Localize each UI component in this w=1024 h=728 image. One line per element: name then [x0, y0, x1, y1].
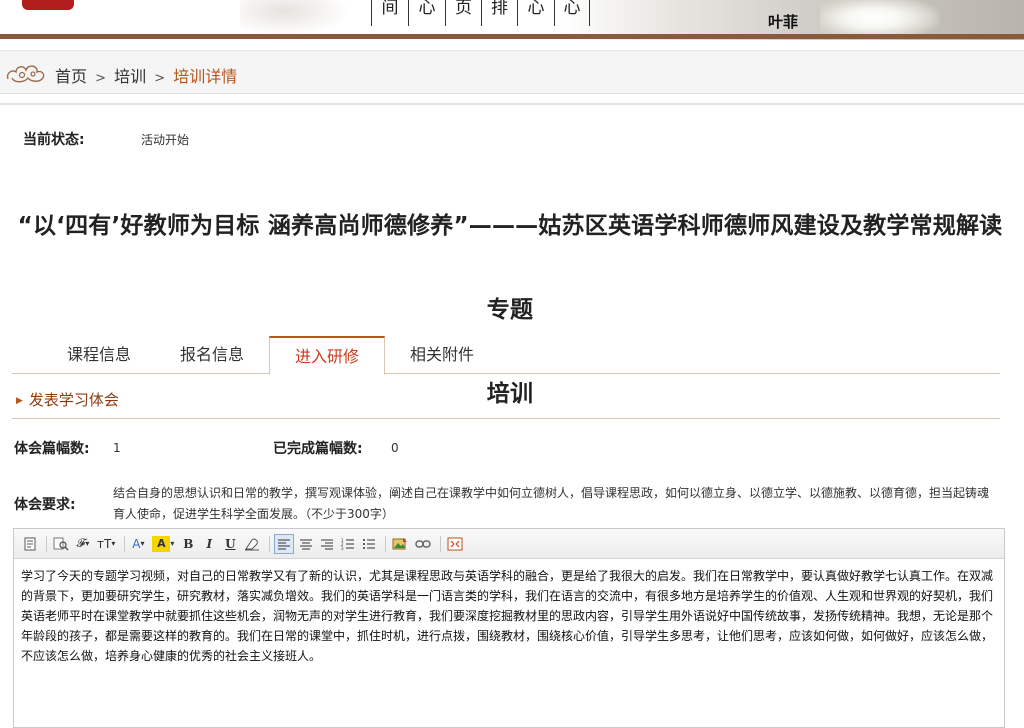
toolbar-separator	[385, 535, 387, 552]
highlight-icon: A	[152, 535, 171, 552]
align-center-icon[interactable]	[297, 534, 315, 554]
toolbar-separator	[269, 535, 271, 552]
status-value: 活动开始	[141, 133, 190, 147]
editor-toolbar: 𝓕 ▾ тT ▾ A ▾ A ▾ B I U 123	[14, 529, 1004, 559]
dropdown-arrow-icon: ▾	[111, 539, 116, 548]
top-nav: 间 心 页 排 心 心	[371, 0, 590, 34]
insert-image-icon[interactable]	[390, 534, 410, 554]
toolbar-separator	[46, 535, 47, 552]
page-title-line: “以‘四有’好教师为目标 涵养高尚师德修养”———姑苏区英语学科师德师风建设及教…	[17, 213, 1003, 323]
italic-button[interactable]: I	[200, 534, 218, 554]
breadcrumb-training[interactable]: 培训	[114, 67, 146, 86]
page-title: “以‘四有’好教师为目标 涵养高尚师德修养”———姑苏区英语学科师德师风建设及教…	[10, 184, 1010, 436]
toolbar-separator	[440, 535, 442, 552]
top-banner: 间 心 页 排 心 心 叶菲	[0, 0, 1024, 40]
tab-registration-info[interactable]: 报名信息	[167, 336, 257, 374]
font-family-button[interactable]: 𝓕 ▾	[74, 534, 92, 554]
total-count-value: 1	[113, 441, 121, 455]
fullscreen-icon[interactable]	[445, 534, 465, 554]
breadcrumb-separator: >	[154, 71, 166, 86]
rich-text-editor[interactable]: 𝓕 ▾ тT ▾ A ▾ A ▾ B I U 123 学习了今天的专题学习视频，…	[13, 528, 1005, 728]
dropdown-arrow-icon: ▾	[85, 539, 90, 548]
font-color-button[interactable]: A ▾	[129, 534, 147, 554]
banner-divider	[0, 34, 1024, 39]
dropdown-arrow-icon: ▾	[170, 539, 175, 548]
link-icon[interactable]	[413, 534, 433, 554]
top-nav-item[interactable]: 间	[371, 0, 408, 26]
breadcrumb-separator: >	[95, 71, 107, 86]
font-size-button[interactable]: тT ▾	[95, 534, 117, 554]
breadcrumb-bar: 首页 > 培训 > 培训详情	[0, 50, 1024, 94]
done-count-label: 已完成篇幅数:	[273, 441, 363, 457]
unordered-list-icon[interactable]	[360, 534, 378, 554]
breadcrumb-current: 培训详情	[173, 67, 238, 86]
requirement-label: 体会要求:	[14, 497, 76, 513]
tab-course-info[interactable]: 课程信息	[54, 336, 144, 374]
svg-text:3: 3	[341, 546, 344, 550]
total-count-label: 体会篇幅数:	[14, 441, 90, 457]
dropdown-arrow-icon: ▾	[140, 539, 145, 548]
toolbar-separator	[124, 535, 126, 552]
site-logo[interactable]	[22, 0, 74, 10]
ink-decoration	[240, 0, 350, 36]
section-header[interactable]: ▶ 发表学习体会	[16, 389, 119, 410]
top-nav-item[interactable]: 心	[554, 0, 590, 26]
status-label: 当前状态:	[23, 132, 85, 148]
top-nav-item[interactable]: 排	[481, 0, 517, 26]
align-left-icon[interactable]	[274, 533, 295, 554]
tab-attachments[interactable]: 相关附件	[397, 336, 487, 374]
align-right-icon[interactable]	[318, 534, 336, 554]
bold-button[interactable]: B	[179, 534, 197, 554]
requirement-text: 结合自身的思想认识和日常的教学，撰写观课体验，阐述自己在课教学中如何立德树人，倡…	[113, 486, 990, 521]
font-family-icon: 𝓕	[76, 536, 86, 550]
top-nav-item[interactable]: 页	[445, 0, 481, 26]
underline-button[interactable]: U	[221, 534, 239, 554]
breadcrumb-home[interactable]: 首页	[55, 67, 87, 86]
font-color-icon: A	[132, 536, 141, 551]
triangle-right-icon: ▶	[16, 396, 23, 406]
section-divider	[12, 418, 1000, 419]
user-name[interactable]: 叶菲	[768, 11, 798, 32]
highlight-button[interactable]: A ▾	[150, 534, 176, 554]
ordered-list-icon[interactable]: 123	[339, 534, 357, 554]
tab-enter-study[interactable]: 进入研修	[269, 336, 385, 375]
font-size-icon: тT	[97, 536, 112, 551]
section-title: 发表学习体会	[28, 391, 119, 409]
top-nav-item[interactable]: 心	[408, 0, 445, 26]
source-code-icon[interactable]	[21, 534, 39, 554]
top-nav-item[interactable]: 心	[517, 0, 554, 26]
divider	[0, 103, 1024, 105]
breadcrumb: 首页 > 培训 > 培训详情	[55, 63, 237, 87]
done-count-value: 0	[391, 441, 399, 455]
tab-bar: 课程信息 报名信息 进入研修 相关附件	[12, 336, 1000, 375]
editor-content[interactable]: 学习了今天的专题学习视频，对自己的日常教学又有了新的认识，尤其是课程思政与英语学…	[14, 559, 1004, 673]
preview-icon[interactable]	[51, 534, 71, 554]
cloud-ornament-icon	[6, 65, 45, 83]
eraser-icon[interactable]	[242, 534, 262, 554]
